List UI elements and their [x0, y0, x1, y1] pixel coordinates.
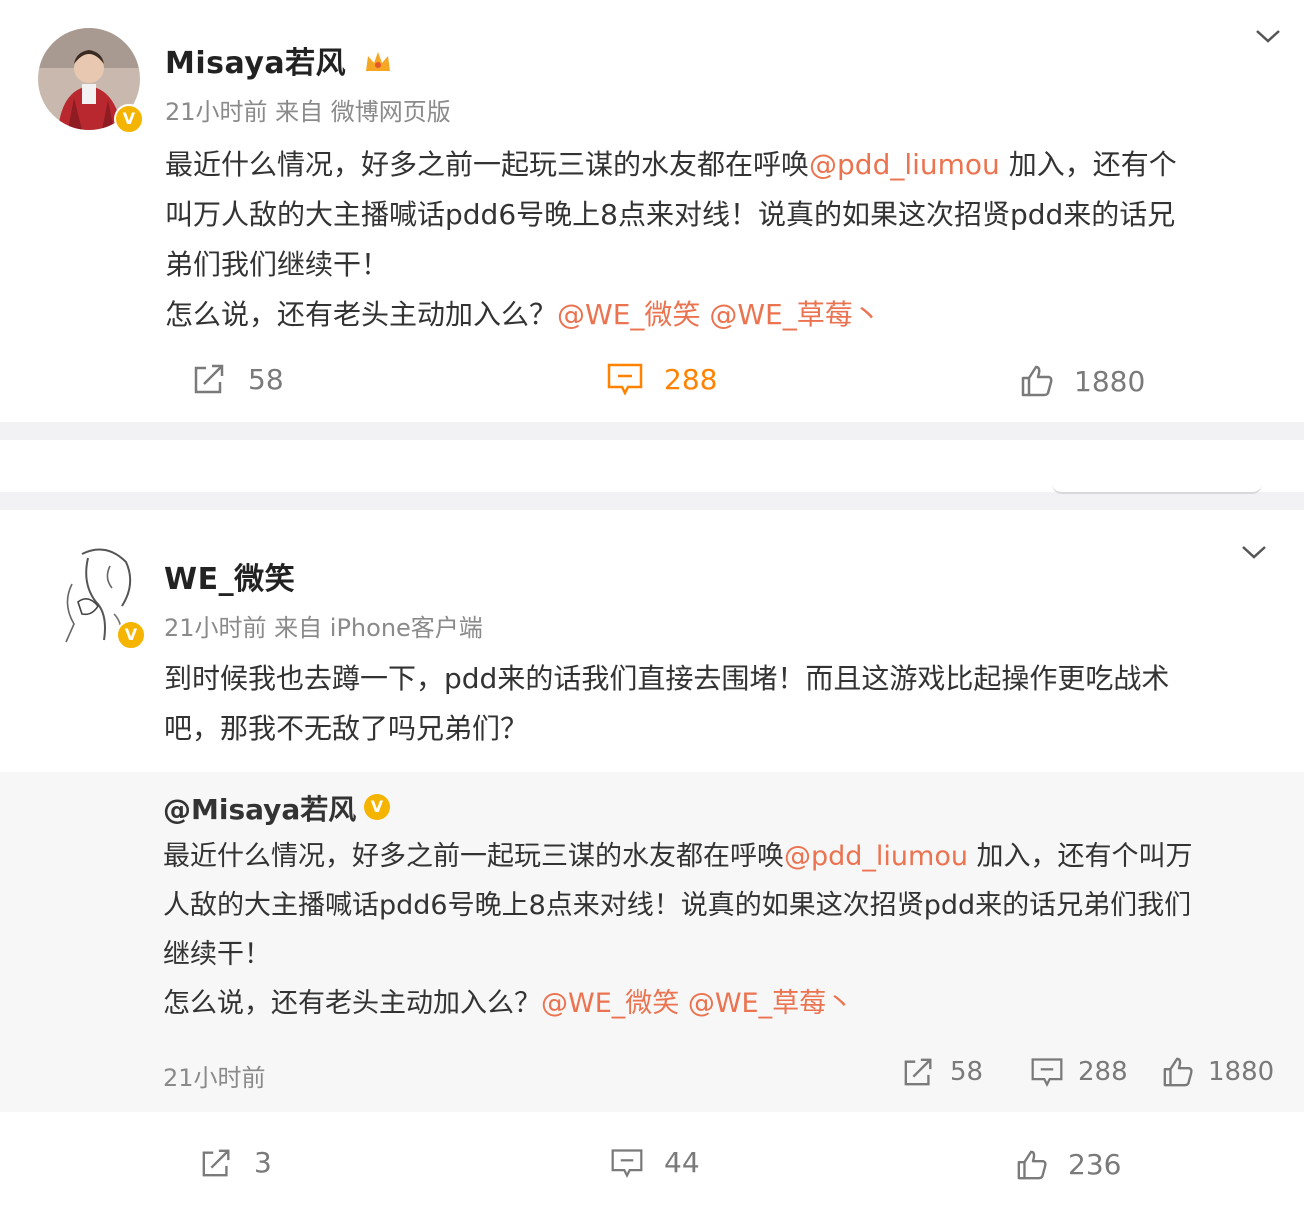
comment-count: 288: [664, 362, 718, 396]
text-line: 怎么说，还有老头主动加入么？@WE_微笑 @WE_草莓丶: [165, 290, 1295, 340]
text-segment: 加入，还有个: [999, 148, 1177, 181]
reposted-comment-button[interactable]: 288: [1030, 1056, 1128, 1088]
text-segment: [679, 988, 688, 1019]
text-line: 人敌的大主播喊话pdd6号晚上8点来对线！说真的如果这次招贤pdd来的话兄弟们我…: [163, 881, 1273, 930]
text-segment: 怎么说，还有老头主动加入么？: [165, 298, 558, 331]
mention-link[interactable]: @pdd_liumou: [784, 841, 968, 872]
share-icon: [194, 364, 224, 394]
like-count: 1880: [1208, 1057, 1275, 1087]
text-line: 继续干！: [163, 930, 1273, 979]
like-count: 236: [1068, 1148, 1122, 1181]
mention-link[interactable]: @WE_微笑: [557, 298, 700, 331]
separator-bar: [0, 440, 1304, 494]
comment-count: 44: [664, 1146, 700, 1179]
chevron-down-icon[interactable]: [1241, 544, 1267, 560]
text-segment: 怎么说，还有老头主动加入么？: [163, 988, 541, 1019]
text-segment: 人敌的大主播喊话pdd6号晚上8点来对线！说真的如果这次招贤pdd来的话兄弟们我…: [163, 890, 1192, 921]
text-line: 弟们我们继续干！: [165, 240, 1295, 290]
reposted-like-button[interactable]: 1880: [1162, 1056, 1274, 1088]
text-segment: 到时候我也去蹲一下，pdd来的话我们直接去围堵！而且这游戏比起操作更吃战术: [164, 662, 1170, 695]
text-line: 最近什么情况，好多之前一起玩三谋的水友都在呼唤@pdd_liumou 加入，还有…: [163, 832, 1273, 881]
like-button[interactable]: 1880: [1020, 364, 1145, 398]
text-segment: 吧，那我不无敌了吗兄弟们？: [164, 712, 529, 745]
text-segment: 加入，还有个叫万: [967, 841, 1193, 872]
comment-icon: [611, 1148, 643, 1178]
text-segment: 弟们我们继续干！: [165, 248, 390, 281]
mention-link[interactable]: @WE_草莓丶: [709, 298, 880, 331]
author-name[interactable]: Misaya若风: [165, 38, 393, 82]
text-segment: [700, 298, 709, 331]
mention-link[interactable]: @pdd_liumou: [809, 148, 1000, 181]
chevron-down-icon[interactable]: [1255, 28, 1281, 44]
like-button[interactable]: 236: [1016, 1148, 1121, 1181]
comment-button[interactable]: 288: [606, 362, 717, 396]
post-card-1: V Misaya若风 21小时前 来自 微博网页版 最近什么情况，好多之前一起玩…: [0, 0, 1304, 422]
post-meta: 21小时前 来自 微博网页版: [165, 98, 451, 126]
verified-badge-icon: V: [116, 620, 146, 650]
post-meta: 21小时前 来自 iPhone客户端: [164, 614, 483, 642]
text-line: 到时候我也去蹲一下，pdd来的话我们直接去围堵！而且这游戏比起操作更吃战术: [164, 654, 1284, 704]
like-count: 1880: [1074, 364, 1146, 398]
mention-link[interactable]: @WE_草莓丶: [688, 988, 853, 1019]
text-segment: 最近什么情况，好多之前一起玩三谋的水友都在呼唤: [163, 841, 784, 872]
comment-count: 288: [1078, 1057, 1128, 1087]
reposted-post[interactable]: @Misaya若风 V 最近什么情况，好多之前一起玩三谋的水友都在呼唤@pdd_…: [0, 772, 1304, 1112]
comment-icon: [1031, 1058, 1063, 1088]
text-segment: 叫万人敌的大主播喊话pdd6号晚上8点来对线！说真的如果这次招贤pdd来的话兄: [165, 198, 1176, 231]
repost-count: 58: [950, 1057, 984, 1087]
share-icon: [202, 1149, 230, 1176]
thumbs-up-icon: [1021, 365, 1053, 397]
text-segment: 继续干！: [163, 939, 271, 970]
avatar[interactable]: V: [38, 28, 144, 134]
avatar[interactable]: V: [52, 544, 146, 650]
reposted-text: 最近什么情况，好多之前一起玩三谋的水友都在呼唤@pdd_liumou 加入，还有…: [163, 832, 1273, 1028]
mention-link[interactable]: @WE_微笑: [541, 988, 679, 1019]
text-line: 叫万人敌的大主播喊话pdd6号晚上8点来对线！说真的如果这次招贤pdd来的话兄: [165, 190, 1295, 240]
reposted-repost-button[interactable]: 58: [902, 1056, 983, 1088]
repost-count: 3: [254, 1146, 272, 1179]
repost-button[interactable]: 3: [200, 1146, 272, 1179]
repost-count: 58: [248, 362, 284, 396]
comment-button[interactable]: 44: [610, 1146, 700, 1179]
post-card-2: V WE_微笑 21小时前 来自 iPhone客户端 到时候我也去蹲一下，pdd…: [0, 510, 1304, 1216]
text-line: 怎么说，还有老头主动加入么？@WE_微笑 @WE_草莓丶: [163, 979, 1273, 1028]
text-segment: 最近什么情况，好多之前一起玩三谋的水友都在呼唤: [165, 148, 810, 181]
verified-badge-icon: V: [114, 104, 144, 134]
thumbs-up-icon: [1017, 1150, 1047, 1179]
post-text: 到时候我也去蹲一下，pdd来的话我们直接去围堵！而且这游戏比起操作更吃战术 吧，…: [164, 654, 1284, 754]
reposted-time: 21小时前: [163, 1064, 266, 1092]
thumbs-up-icon: [1163, 1057, 1193, 1087]
text-line: 最近什么情况，好多之前一起玩三谋的水友都在呼唤@pdd_liumou 加入，还有…: [165, 140, 1295, 190]
share-icon: [904, 1058, 932, 1086]
author-name[interactable]: WE_微笑: [164, 554, 295, 598]
verified-badge-icon: V: [364, 794, 390, 820]
reposted-author[interactable]: @Misaya若风: [163, 788, 356, 828]
comment-icon: [607, 363, 643, 396]
post-text: 最近什么情况，好多之前一起玩三谋的水友都在呼唤@pdd_liumou 加入，还有…: [165, 140, 1295, 340]
text-line: 吧，那我不无敌了吗兄弟们？: [164, 704, 1284, 754]
repost-button[interactable]: 58: [192, 362, 284, 396]
crown-icon: [366, 52, 391, 71]
